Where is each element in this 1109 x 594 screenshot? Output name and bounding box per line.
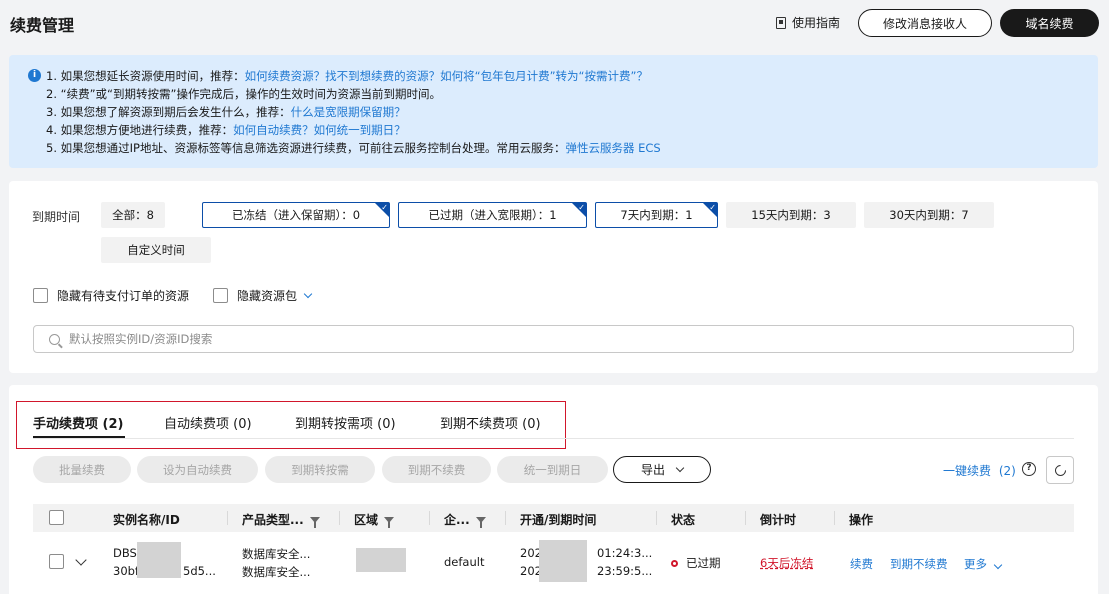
notice-line-4: 4. 如果您想方便地进行续费，推荐：如何自动续费？如何统一到期日？ [46, 123, 406, 137]
tab-manual-renew[interactable]: 手动续费项 (2) [33, 413, 123, 432]
chip-all[interactable]: 全部：8 [101, 202, 165, 228]
expiry-time-suffix: 23:59:5... [597, 564, 653, 578]
info-icon: i [28, 69, 41, 82]
table-header: 实例名称/ID 产品类型... 区域 企... 开通/到期时间 状态 倒计时 操… [33, 504, 1074, 532]
more-menu[interactable]: 更多 [964, 556, 1003, 572]
notice-link-auto-renew[interactable]: 如何自动续费？如何统一到期日？ [233, 123, 406, 137]
hide-packages-option[interactable]: 隐藏资源包 [213, 287, 313, 304]
col-product-type: 产品类型... [242, 511, 320, 528]
instance-name[interactable]: DBS [113, 546, 137, 560]
chevron-down-icon[interactable] [303, 289, 313, 298]
open-time-suffix: 01:24:3... [597, 546, 653, 560]
col-enterprise-project: 企... [444, 511, 486, 528]
product-type-line-1: 数据库安全... [242, 547, 311, 561]
refresh-icon [1052, 462, 1068, 478]
column-divider [505, 511, 506, 525]
user-guide-link[interactable]: 使用指南 [776, 14, 840, 31]
col-time: 开通/到期时间 [520, 513, 597, 527]
redacted-region [356, 548, 406, 572]
column-divider [339, 511, 340, 525]
select-all-checkbox[interactable] [49, 510, 64, 525]
no-renew-button[interactable]: 到期不续费 [382, 456, 491, 483]
table-row: DBS 30bf 5d5... 数据库安全... 数据库安全... defaul… [33, 532, 1074, 594]
status-badge: 已过期 [671, 555, 721, 571]
one-click-renew-link[interactable]: 一键续费 (2) [943, 462, 1016, 479]
set-auto-renew-button[interactable]: 设为自动续费 [137, 456, 258, 483]
redacted-date [539, 540, 587, 582]
status-dot-icon [671, 560, 678, 567]
column-divider [227, 511, 228, 525]
column-divider [834, 511, 835, 525]
filter-panel: 到期时间 全部：8 已冻结（进入保留期）：0 ✓ 已过期（进入宽限期）：1 ✓ … [9, 181, 1098, 373]
domain-renew-button[interactable]: 域名续费 [1000, 9, 1099, 37]
chip-15-days[interactable]: 15天内到期：3 [726, 202, 856, 228]
col-status: 状态 [671, 513, 696, 527]
hide-pending-orders-checkbox[interactable] [33, 288, 48, 303]
col-region: 区域 [354, 511, 395, 528]
column-divider [745, 511, 746, 525]
to-ondemand-button[interactable]: 到期转按需 [265, 456, 375, 483]
col-countdown: 倒计时 [760, 513, 797, 527]
tab-auto-renew[interactable]: 自动续费项 (0) [164, 413, 252, 432]
col-instance-name: 实例名称/ID [113, 513, 180, 527]
chevron-down-icon [675, 463, 685, 472]
filter-icon[interactable] [309, 516, 320, 528]
chip-frozen[interactable]: 已冻结（进入保留期）：0 ✓ [202, 202, 390, 228]
no-renew-link[interactable]: 到期不续费 [890, 556, 948, 572]
hide-packages-checkbox[interactable] [213, 288, 228, 303]
chevron-down-icon[interactable] [75, 554, 87, 566]
search-input[interactable] [69, 332, 969, 346]
instance-id-end: 5d5... [183, 564, 216, 578]
notice-line-3: 3. 如果您想了解资源到期后会发生什么，推荐：什么是宽限期保留期？ [46, 105, 406, 119]
chevron-down-icon [993, 560, 1003, 570]
search-box[interactable] [33, 325, 1074, 353]
batch-renew-button[interactable]: 批量续费 [33, 456, 131, 483]
column-divider [656, 511, 657, 525]
countdown-text[interactable]: 6天后冻结 [760, 555, 813, 571]
unify-expiry-button[interactable]: 统一到期日 [497, 456, 608, 483]
enterprise-project: default [444, 555, 485, 569]
search-icon [49, 333, 60, 345]
tab-no-renew[interactable]: 到期不续费项 (0) [440, 413, 541, 432]
col-operations: 操作 [849, 513, 874, 527]
notice-line-2: 2. “续费”或“到期转按需”操作完成后，操作的生效时间为资源当前到期时间。 [46, 87, 441, 101]
expiry-time-label: 到期时间 [32, 210, 81, 224]
chip-30-days[interactable]: 30天内到期：7 [864, 202, 994, 228]
hide-pending-orders-option[interactable]: 隐藏有待支付订单的资源 [33, 287, 189, 304]
notice-link-grace-period[interactable]: 什么是宽限期保留期？ [291, 105, 406, 119]
modify-recipient-button[interactable]: 修改消息接收人 [858, 9, 992, 37]
filter-icon[interactable] [384, 516, 395, 528]
active-tab-indicator [33, 436, 125, 438]
row-checkbox[interactable] [49, 554, 64, 569]
product-type-line-2: 数据库安全... [242, 565, 311, 579]
check-icon: ✓ [578, 203, 585, 212]
notice-link-ecs[interactable]: 弹性云服务器 ECS [565, 141, 660, 155]
filter-icon[interactable] [475, 516, 486, 528]
export-button[interactable]: 导出 [613, 456, 711, 483]
notice-line-1: 1. 如果您想延长资源使用时间，推荐：如何续费资源？找不到想续费的资源？如何将“… [46, 69, 648, 83]
page-header: 续费管理 使用指南 修改消息接收人 域名续费 [0, 0, 1109, 46]
check-icon: ✓ [381, 203, 388, 212]
refresh-button[interactable] [1046, 456, 1074, 484]
user-guide-label: 使用指南 [792, 16, 841, 30]
tab-divider [33, 438, 1074, 439]
notice-panel: i 1. 如果您想延长资源使用时间，推荐：如何续费资源？找不到想续费的资源？如何… [9, 55, 1098, 168]
check-icon: ✓ [709, 203, 716, 212]
instance-id-start: 30bf [113, 564, 139, 578]
redacted-mask [137, 542, 181, 578]
book-icon [776, 16, 786, 29]
renew-link[interactable]: 续费 [850, 556, 873, 572]
page-title: 续费管理 [10, 16, 75, 35]
chip-expired[interactable]: 已过期（进入宽限期）：1 ✓ [398, 202, 587, 228]
column-divider [429, 511, 430, 525]
chip-custom-time[interactable]: 自定义时间 [101, 237, 211, 263]
chip-7-days[interactable]: 7天内到期：1 ✓ [595, 202, 718, 228]
notice-line-5: 5. 如果您想通过IP地址、资源标签等信息筛选资源进行续费，可前往云服务控制台处… [46, 141, 661, 155]
notice-link-renew-help[interactable]: 如何续费资源？找不到想续费的资源？如何将“包年包月计费”转为“按需计费”？ [245, 69, 648, 83]
resource-list-panel: 手动续费项 (2) 自动续费项 (0) 到期转按需项 (0) 到期不续费项 (0… [9, 385, 1098, 594]
tab-to-ondemand[interactable]: 到期转按需项 (0) [295, 413, 396, 432]
help-icon[interactable]: ? [1022, 462, 1036, 476]
